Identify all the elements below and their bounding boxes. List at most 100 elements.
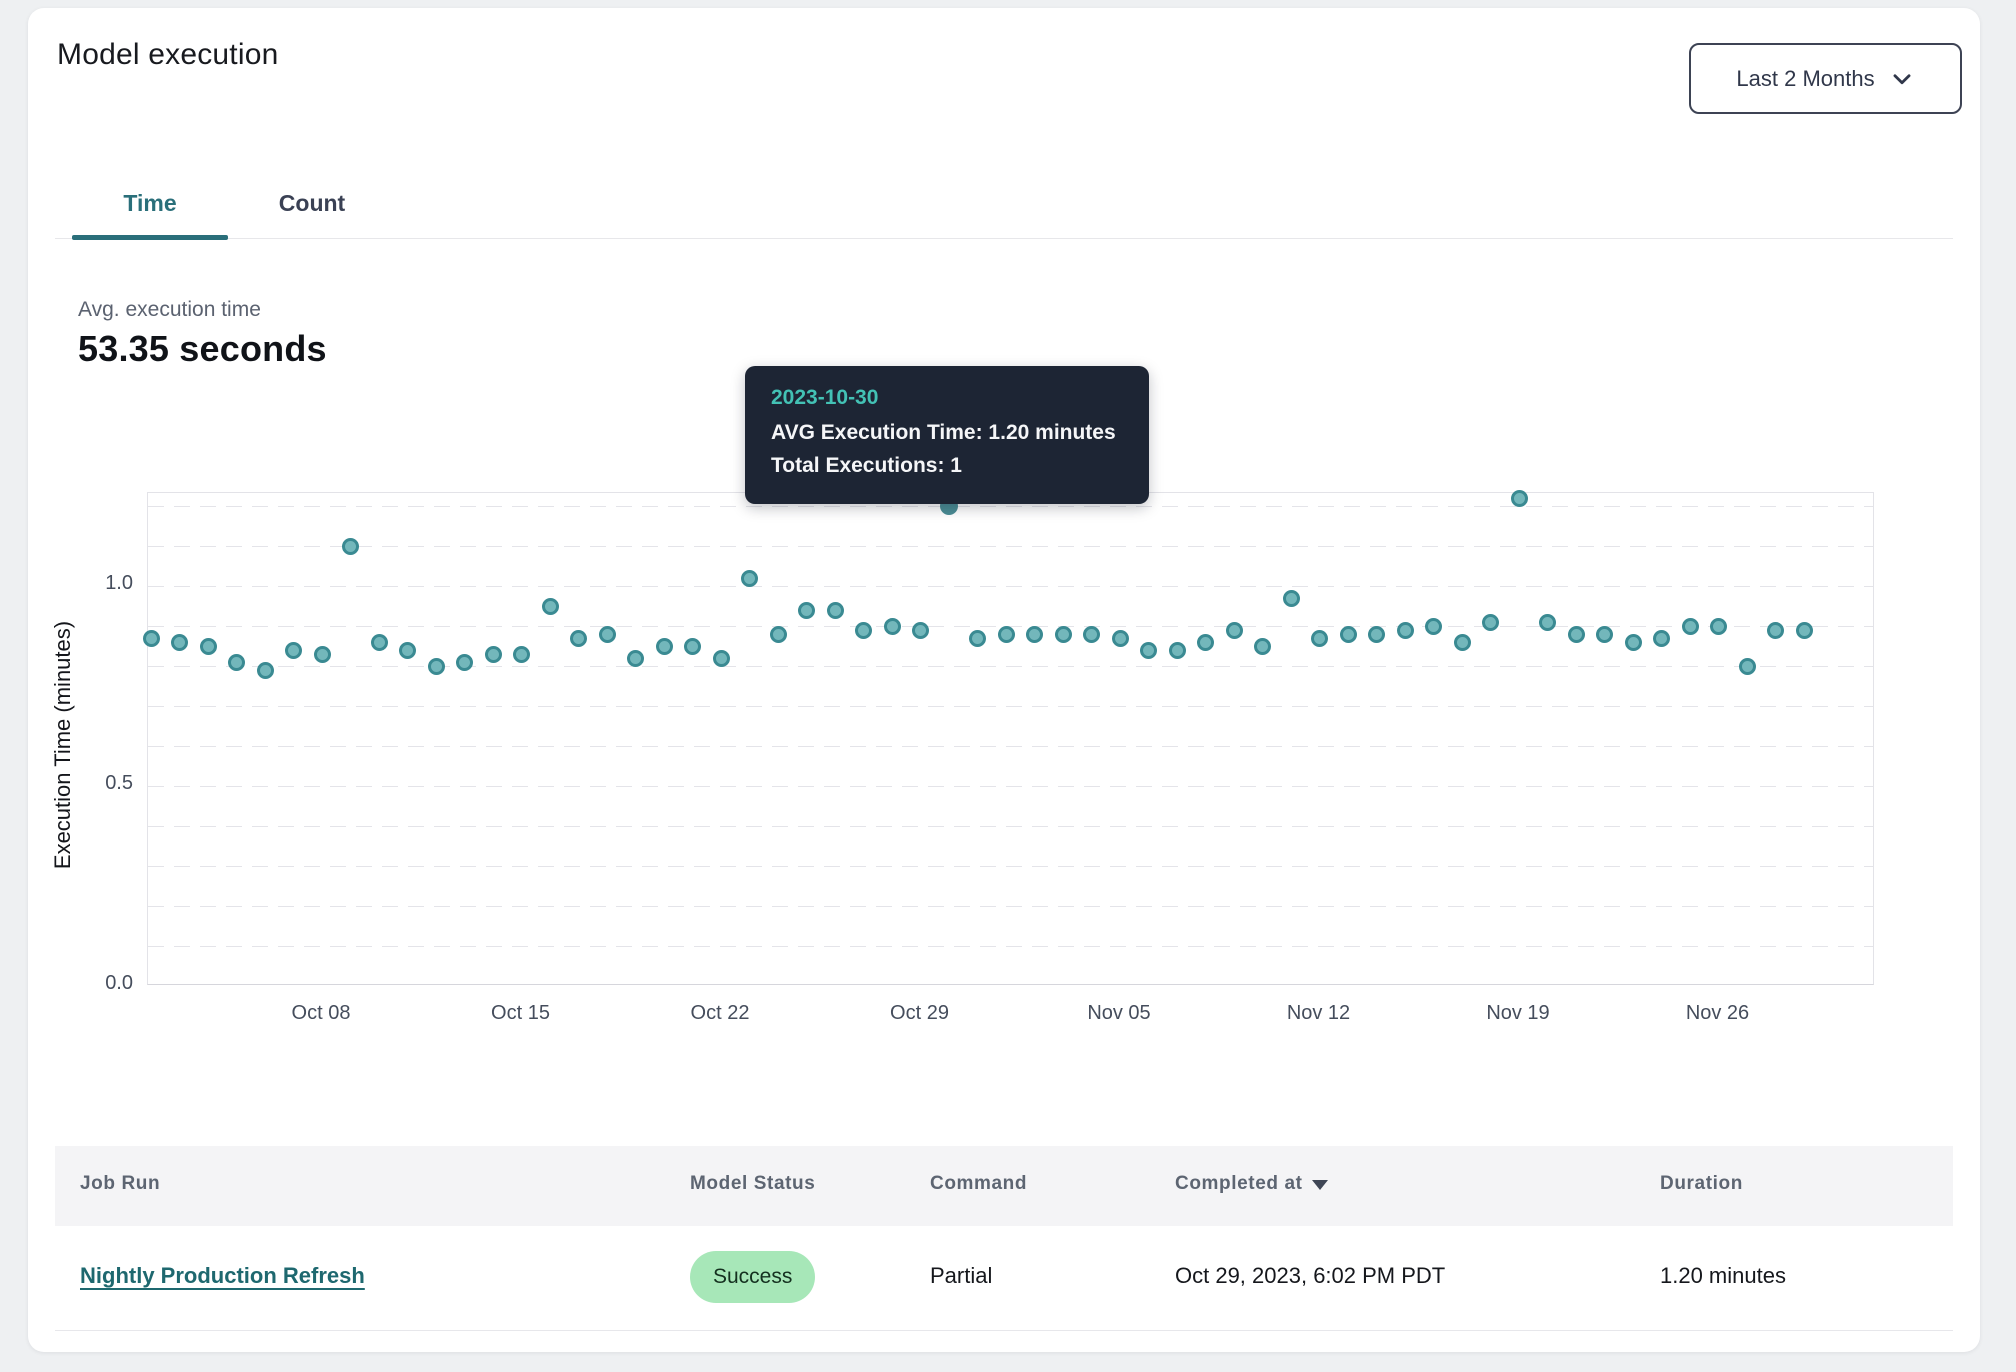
data-point[interactable] <box>1311 630 1328 647</box>
data-point[interactable] <box>713 650 730 667</box>
chevron-down-icon <box>1889 66 1915 92</box>
data-point[interactable] <box>542 598 559 615</box>
data-point[interactable] <box>399 642 416 659</box>
tooltip-date: 2023-10-30 <box>771 386 1123 410</box>
data-point[interactable] <box>456 654 473 671</box>
data-point[interactable] <box>485 646 502 663</box>
y-axis-tick-label: 1.0 <box>58 572 133 595</box>
data-point[interactable] <box>1283 590 1300 607</box>
data-point[interactable] <box>1055 626 1072 643</box>
data-point[interactable] <box>912 622 929 639</box>
data-point[interactable] <box>1454 634 1471 651</box>
data-point[interactable] <box>1169 642 1186 659</box>
data-point[interactable] <box>599 626 616 643</box>
x-axis-tick-label: Nov 26 <box>1648 1002 1788 1025</box>
active-tab-underline <box>72 235 228 240</box>
gridline <box>148 826 1873 827</box>
duration-cell: 1.20 minutes <box>1660 1263 1786 1289</box>
y-axis-title: Execution Time (minutes) <box>50 545 76 945</box>
data-point[interactable] <box>1254 638 1271 655</box>
data-point[interactable] <box>314 646 331 663</box>
x-axis-tick-label: Oct 15 <box>451 1002 591 1025</box>
gridline <box>148 546 1873 547</box>
completed-at-cell: Oct 29, 2023, 6:02 PM PDT <box>1175 1263 1445 1289</box>
data-point[interactable] <box>1226 622 1243 639</box>
x-axis-tick-label: Oct 22 <box>650 1002 790 1025</box>
column-header-duration: Duration <box>1660 1173 1743 1195</box>
gridline <box>148 746 1873 747</box>
data-point[interactable] <box>1340 626 1357 643</box>
data-point[interactable] <box>798 602 815 619</box>
data-point[interactable] <box>1739 658 1756 675</box>
data-point[interactable] <box>770 626 787 643</box>
data-point[interactable] <box>371 634 388 651</box>
tab-time[interactable]: Time <box>72 172 228 234</box>
data-point[interactable] <box>342 538 359 555</box>
data-point[interactable] <box>1682 618 1699 635</box>
tooltip-total-executions: Total Executions: 1 <box>771 449 1123 482</box>
plot-area <box>147 492 1874 985</box>
data-point[interactable] <box>228 654 245 671</box>
gridline <box>148 786 1873 787</box>
data-point[interactable] <box>1083 626 1100 643</box>
data-point[interactable] <box>741 570 758 587</box>
x-axis-tick-label: Nov 12 <box>1249 1002 1389 1025</box>
table-header-row: Job Run Model Status Command Completed a… <box>55 1146 1953 1226</box>
data-point[interactable] <box>1368 626 1385 643</box>
data-point[interactable] <box>1653 630 1670 647</box>
data-point[interactable] <box>1539 614 1556 631</box>
data-point[interactable] <box>1796 622 1813 639</box>
data-point[interactable] <box>200 638 217 655</box>
data-point[interactable] <box>1767 622 1784 639</box>
data-point[interactable] <box>570 630 587 647</box>
date-range-label: Last 2 Months <box>1736 66 1874 92</box>
data-point[interactable] <box>998 626 1015 643</box>
tab-count[interactable]: Count <box>252 172 372 234</box>
gridline <box>148 866 1873 867</box>
column-header-job-run: Job Run <box>80 1173 160 1195</box>
data-point[interactable] <box>428 658 445 675</box>
data-point[interactable] <box>171 634 188 651</box>
x-axis-tick-label: Nov 05 <box>1049 1002 1189 1025</box>
data-point[interactable] <box>1511 490 1528 507</box>
job-run-link[interactable]: Nightly Production Refresh <box>80 1263 365 1289</box>
data-point[interactable] <box>884 618 901 635</box>
data-point[interactable] <box>1425 618 1442 635</box>
data-point[interactable] <box>855 622 872 639</box>
chart-tooltip: 2023-10-30 AVG Execution Time: 1.20 minu… <box>745 366 1149 504</box>
data-point[interactable] <box>143 630 160 647</box>
x-axis-tick-label: Oct 08 <box>251 1002 391 1025</box>
gridline <box>148 666 1873 667</box>
data-point[interactable] <box>1397 622 1414 639</box>
date-range-dropdown[interactable]: Last 2 Months <box>1689 43 1962 114</box>
data-point[interactable] <box>1026 626 1043 643</box>
data-point[interactable] <box>1596 626 1613 643</box>
data-point[interactable] <box>827 602 844 619</box>
data-point[interactable] <box>684 638 701 655</box>
data-point[interactable] <box>285 642 302 659</box>
x-axis-tick-label: Nov 19 <box>1448 1002 1588 1025</box>
avg-execution-time-label: Avg. execution time <box>78 298 261 322</box>
data-point[interactable] <box>656 638 673 655</box>
data-point[interactable] <box>969 630 986 647</box>
gridline <box>148 946 1873 947</box>
data-point[interactable] <box>1568 626 1585 643</box>
gridline <box>148 906 1873 907</box>
gridline <box>148 706 1873 707</box>
data-point[interactable] <box>1140 642 1157 659</box>
y-axis-tick-label: 0.0 <box>58 972 133 995</box>
data-point[interactable] <box>1112 630 1129 647</box>
data-point[interactable] <box>257 662 274 679</box>
data-point[interactable] <box>1625 634 1642 651</box>
data-point[interactable] <box>627 650 644 667</box>
gridline <box>148 586 1873 587</box>
column-header-completed-at[interactable]: Completed at <box>1175 1173 1328 1195</box>
data-point[interactable] <box>1197 634 1214 651</box>
model-execution-card: Model execution Last 2 Months Time Count… <box>28 8 1980 1352</box>
data-point[interactable] <box>513 646 530 663</box>
data-point[interactable] <box>1710 618 1727 635</box>
data-point[interactable] <box>1482 614 1499 631</box>
tabs-divider <box>55 238 1953 239</box>
command-cell: Partial <box>930 1263 992 1289</box>
avg-execution-time-value: 53.35 seconds <box>78 328 327 370</box>
